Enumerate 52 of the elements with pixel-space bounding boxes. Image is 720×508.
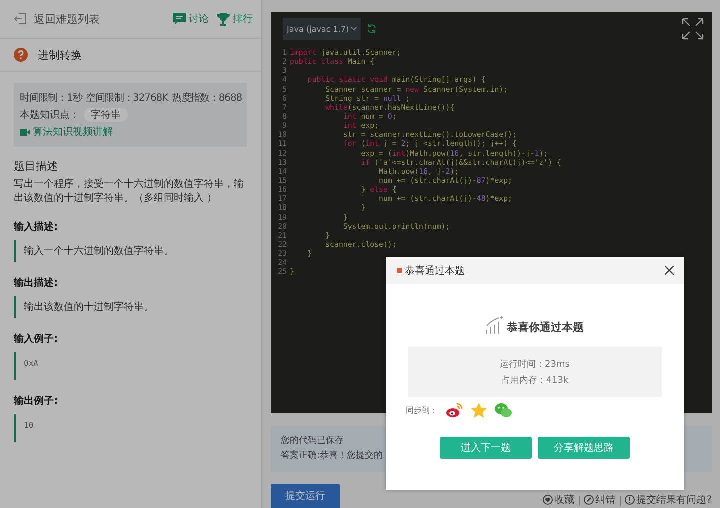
chat-icon [173, 13, 186, 25]
example-block: 0xA [14, 352, 247, 380]
time-limit: 时间限制：1秒 [20, 92, 82, 105]
heart-circle-icon [542, 495, 553, 505]
footer-link[interactable]: 收藏 [542, 493, 575, 508]
footer-link[interactable]: 纠错 [584, 493, 616, 508]
description-text: 写出一个程序，接受一个十六进制的数值字符串，输出该数值的十进制字符串。（多组同时输入 ） [14, 178, 245, 206]
section-heading: 输出描述: [14, 276, 59, 290]
section-heading: 输入例子: [14, 332, 59, 346]
heat-index: 热度指数：8688 [172, 92, 242, 105]
video-link[interactable]: 算法知识视频讲解 [20, 125, 242, 139]
description-block: 输出该数值的十进制字符串。 [14, 296, 247, 318]
share-label: 同步到： [406, 405, 438, 416]
fullscreen-icon[interactable] [682, 18, 704, 40]
video-camera-icon [20, 128, 30, 136]
section-heading: 输出例子: [14, 394, 59, 408]
problem-title: 进制转换 [38, 48, 82, 62]
dialog-title: 恭喜通过本题 [405, 264, 465, 278]
section-heading: 输入描述: [14, 220, 59, 234]
language-select[interactable]: Java (javac 1.7) [283, 18, 362, 40]
caret-icon [351, 27, 358, 31]
question-icon [14, 48, 28, 62]
memory-usage: 占用内存：413k [501, 374, 569, 386]
submit-button[interactable]: 提交运行 [271, 484, 340, 508]
trophy-icon [217, 12, 230, 26]
pencil-circle-icon [584, 495, 594, 505]
saved-message: 您的代码已保存 [281, 434, 344, 448]
back-icon [14, 12, 28, 26]
description-block: 输入一个十六进制的数值字符串。 [14, 240, 247, 262]
verdict-message: 答案正确:恭喜！您提交的 [281, 449, 384, 463]
close-button[interactable] [665, 266, 674, 275]
discuss-link[interactable]: 讨论 [173, 12, 209, 26]
example-block: 10 [14, 414, 247, 442]
success-heading: 恭喜你通过本题 [507, 320, 584, 335]
rank-link[interactable]: 排行 [217, 12, 253, 26]
dialog-button[interactable]: 分享解题思路 [538, 437, 630, 459]
knowledge-tag[interactable]: 字符串 [84, 108, 128, 122]
dialog-button[interactable]: 进入下一题 [440, 437, 532, 459]
run-time: 运行时间：23ms [500, 358, 570, 370]
star-icon[interactable] [471, 403, 487, 418]
close-icon [665, 266, 674, 275]
refresh-icon[interactable] [367, 24, 378, 34]
info-circle-icon [624, 495, 635, 505]
knowledge-label: 本题知识点： [20, 108, 80, 122]
footer-link[interactable]: 提交结果有问题? [624, 493, 712, 508]
square-icon [397, 268, 402, 273]
back-link[interactable]: 返回难题列表 [14, 12, 100, 26]
wechat-icon[interactable] [495, 403, 512, 418]
weibo-icon[interactable] [446, 403, 463, 418]
space-limit: 空间限制：32768K [86, 92, 168, 105]
description-heading: 题目描述 [14, 159, 59, 174]
bar-chart-icon [486, 316, 504, 335]
